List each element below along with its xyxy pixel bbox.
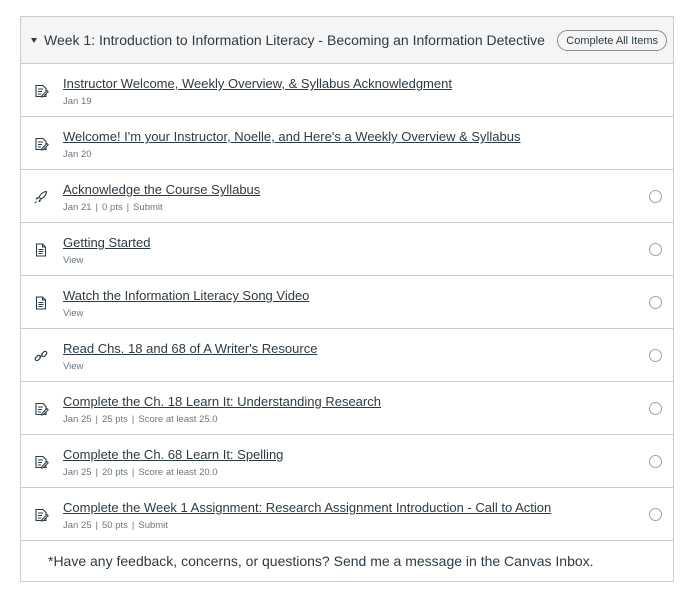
item-title-link[interactable]: Complete the Week 1 Assignment: Research…: [63, 500, 551, 515]
feedback-note: *Have any feedback, concerns, or questio…: [20, 540, 674, 582]
item-meta: View: [63, 255, 83, 266]
completion-radio[interactable]: [649, 296, 662, 309]
completion-radio[interactable]: [649, 243, 662, 256]
page-icon: [33, 295, 49, 311]
item-requirement: Score at least 25.0: [138, 414, 218, 425]
item-date: Jan 21: [63, 202, 92, 213]
item-date: Jan 25: [63, 467, 92, 478]
item-title-link[interactable]: Complete the Ch. 68 Learn It: Spelling: [63, 447, 283, 462]
assignment-icon: [33, 454, 49, 470]
item-points: 20 pts: [102, 467, 128, 478]
assignment-icon: [33, 507, 49, 523]
item-title-link[interactable]: Instructor Welcome, Weekly Overview, & S…: [63, 76, 452, 91]
module-item: Getting Started View: [21, 223, 673, 276]
module-header[interactable]: Week 1: Introduction to Information Lite…: [21, 17, 673, 64]
caret-down-icon[interactable]: [31, 37, 37, 43]
link-icon: [33, 348, 49, 364]
completion-radio[interactable]: [649, 349, 662, 362]
module-item: Complete the Ch. 68 Learn It: Spelling Ja…: [21, 435, 673, 488]
module-item: Welcome! I'm your Instructor, Noelle, an…: [21, 117, 673, 170]
meta-separator: |: [95, 414, 98, 425]
item-meta: Jan 25 | 20 pts | Score at least 20.0: [63, 467, 218, 478]
item-date: Jan 19: [63, 96, 92, 107]
item-requirement: View: [63, 308, 84, 319]
module-title[interactable]: Week 1: Introduction to Information Lite…: [44, 32, 545, 48]
item-title-link[interactable]: Acknowledge the Course Syllabus: [63, 182, 260, 197]
completion-radio[interactable]: [649, 455, 662, 468]
meta-separator: |: [95, 202, 98, 213]
module: Week 1: Introduction to Information Lite…: [20, 16, 674, 541]
completion-radio[interactable]: [649, 508, 662, 521]
module-item: Acknowledge the Course Syllabus Jan 21 | 0 …: [21, 170, 673, 223]
item-points: 0 pts: [102, 202, 123, 213]
item-meta: Jan 21 | 0 pts | Submit: [63, 202, 163, 213]
item-date: Jan 25: [63, 414, 92, 425]
item-requirement: Submit: [133, 202, 163, 213]
quiz-icon: [33, 189, 49, 205]
item-requirement: Submit: [138, 520, 168, 531]
meta-separator: |: [131, 414, 135, 425]
meta-separator: |: [131, 520, 135, 531]
feedback-text: *Have any feedback, concerns, or questio…: [48, 553, 594, 569]
item-requirement: View: [63, 255, 84, 266]
meta-separator: |: [126, 202, 130, 213]
module-item: Complete the Ch. 18 Learn It: Understand…: [21, 382, 673, 435]
page-icon: [33, 242, 49, 258]
item-requirement: Score at least 20.0: [138, 467, 218, 478]
assignment-icon: [33, 136, 49, 152]
module-item: Complete the Week 1 Assignment: Research…: [21, 488, 673, 541]
item-title-link[interactable]: Complete the Ch. 18 Learn It: Understand…: [63, 394, 381, 409]
item-meta: View: [63, 361, 83, 372]
item-date: Jan 20: [63, 149, 92, 160]
item-title-link[interactable]: Read Chs. 18 and 68 of A Writer's Resour…: [63, 341, 317, 356]
assignment-icon: [33, 83, 49, 99]
item-meta: View: [63, 308, 83, 319]
item-title-link[interactable]: Watch the Information Literacy Song Vide…: [63, 288, 309, 303]
item-requirement: View: [63, 361, 84, 372]
item-meta: Jan 20: [63, 149, 92, 160]
item-meta: Jan 25 | 50 pts | Submit: [63, 520, 168, 531]
item-date: Jan 25: [63, 520, 92, 531]
meta-separator: |: [95, 520, 98, 531]
meta-separator: |: [95, 467, 98, 478]
module-item: Instructor Welcome, Weekly Overview, & S…: [21, 64, 673, 117]
complete-all-items-button[interactable]: Complete All Items: [557, 30, 667, 51]
meta-separator: |: [131, 467, 135, 478]
item-meta: Jan 25 | 25 pts | Score at least 25.0: [63, 414, 218, 425]
item-meta: Jan 19: [63, 96, 92, 107]
item-points: 25 pts: [102, 414, 128, 425]
item-title-link[interactable]: Getting Started: [63, 235, 150, 250]
completion-radio[interactable]: [649, 402, 662, 415]
module-item: Read Chs. 18 and 68 of A Writer's Resour…: [21, 329, 673, 382]
item-points: 50 pts: [102, 520, 128, 531]
completion-radio[interactable]: [649, 190, 662, 203]
module-items: Instructor Welcome, Weekly Overview, & S…: [21, 64, 673, 541]
module-item: Watch the Information Literacy Song Vide…: [21, 276, 673, 329]
assignment-icon: [33, 401, 49, 417]
item-title-link[interactable]: Welcome! I'm your Instructor, Noelle, an…: [63, 129, 521, 144]
